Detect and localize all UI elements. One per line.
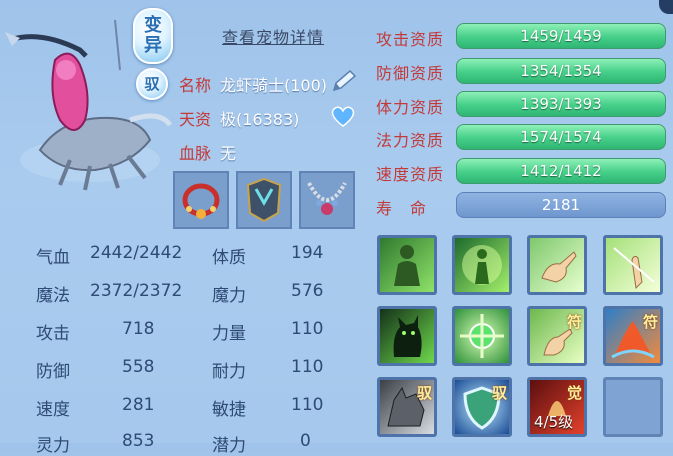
stat-magic-value: 576 <box>291 281 324 301</box>
name-label: 名称 <box>179 76 212 95</box>
stat-defense-value: 558 <box>122 357 155 377</box>
lifespan-value: 2181 <box>541 196 581 214</box>
tame-badge: 驭 <box>136 68 168 100</box>
aptitude-attack-label: 攻击资质 <box>376 30 445 49</box>
stat-hp-value: 2442/2442 <box>90 243 183 263</box>
stat-constitution-label: 体质 <box>212 248 246 268</box>
aptitude-speed-label: 速度资质 <box>376 165 445 184</box>
stat-hp-label: 气血 <box>36 248 70 268</box>
aptitude-mana-value: 1574/1574 <box>520 128 602 146</box>
aptitude-defense-bar: 1354/1354 <box>456 58 666 84</box>
equip-slot-necklace[interactable] <box>299 171 355 229</box>
wolf-icon[interactable]: 驭 <box>377 377 437 437</box>
stat-agility-value: 110 <box>291 395 324 415</box>
aptitude-attack-bar: 1459/1459 <box>456 23 666 49</box>
stat-attack-label: 攻击 <box>36 324 70 344</box>
aptitude-attack-value: 1459/1459 <box>520 27 602 45</box>
stat-strength-value: 110 <box>291 319 324 339</box>
talisman-tag: 符 <box>642 313 658 331</box>
stat-potential-label: 潜力 <box>212 436 246 456</box>
bloodline-label: 血脉 <box>179 144 212 163</box>
stat-potential-value: 0 <box>300 431 311 451</box>
awaken-icon[interactable]: 觉 4/5级 <box>527 377 587 437</box>
aptitude-speed-bar: 1412/1412 <box>456 158 666 184</box>
pencil-icon[interactable] <box>330 68 358 94</box>
tame-tag: 驭 <box>491 384 507 402</box>
stat-spirit-label: 灵力 <box>36 436 70 456</box>
skill-level-label: 4/5级 <box>534 413 574 431</box>
talisman-tag: 符 <box>566 313 582 331</box>
stat-endurance-label: 耐力 <box>212 362 246 382</box>
lifespan-bar: 2181 <box>456 192 666 218</box>
talent-value: 极(16383) <box>220 110 300 129</box>
aptitude-stamina-value: 1393/1393 <box>520 95 602 113</box>
light-hand-icon[interactable] <box>603 235 663 295</box>
variant-badge: 变异 <box>133 8 173 64</box>
stat-defense-label: 防御 <box>36 362 70 382</box>
shield-icon[interactable]: 驭 <box>452 377 512 437</box>
stat-agility-label: 敏捷 <box>212 400 246 420</box>
pointing-hand-icon[interactable] <box>527 235 587 295</box>
aptitude-stamina-label: 体力资质 <box>376 98 445 117</box>
lifespan-label: 寿 命 <box>376 199 428 218</box>
talisman-flame-icon[interactable]: 符 <box>603 306 663 366</box>
green-figure-icon[interactable] <box>377 235 437 295</box>
empty-skill-slot[interactable] <box>603 377 663 437</box>
stat-speed-label: 速度 <box>36 400 70 420</box>
stat-speed-value: 281 <box>122 395 155 415</box>
variant-badge-text: 变异 <box>144 15 162 56</box>
heart-icon[interactable] <box>330 104 356 128</box>
equip-slot-armor[interactable] <box>236 171 292 229</box>
aptitude-mana-label: 法力资质 <box>376 131 445 150</box>
talisman-hand-icon[interactable]: 符 <box>527 306 587 366</box>
stat-attack-value: 718 <box>122 319 155 339</box>
glowing-figure-icon[interactable] <box>452 235 512 295</box>
equip-slot-bracelet[interactable] <box>173 171 229 229</box>
window-corner <box>659 0 673 14</box>
green-cat-icon[interactable] <box>377 306 437 366</box>
green-orb-icon[interactable] <box>452 306 512 366</box>
aptitude-stamina-bar: 1393/1393 <box>456 91 666 117</box>
bloodline-value: 无 <box>220 144 237 163</box>
awaken-tag: 觉 <box>566 384 582 402</box>
view-pet-details-link[interactable]: 查看宠物详情 <box>222 24 324 48</box>
stat-mp-value: 2372/2372 <box>90 281 183 301</box>
stat-endurance-value: 110 <box>291 357 324 377</box>
aptitude-defense-label: 防御资质 <box>376 64 445 83</box>
stat-magic-label: 魔力 <box>212 286 246 306</box>
aptitude-speed-value: 1412/1412 <box>520 162 602 180</box>
aptitude-defense-value: 1354/1354 <box>520 62 602 80</box>
stat-mp-label: 魔法 <box>36 286 70 306</box>
stat-spirit-value: 853 <box>122 431 155 451</box>
name-value: 龙虾骑士(100) <box>220 76 328 95</box>
tame-tag: 驭 <box>416 384 432 402</box>
talent-label: 天资 <box>179 110 212 129</box>
stat-constitution-value: 194 <box>291 243 324 263</box>
stat-strength-label: 力量 <box>212 324 246 344</box>
aptitude-mana-bar: 1574/1574 <box>456 124 666 150</box>
